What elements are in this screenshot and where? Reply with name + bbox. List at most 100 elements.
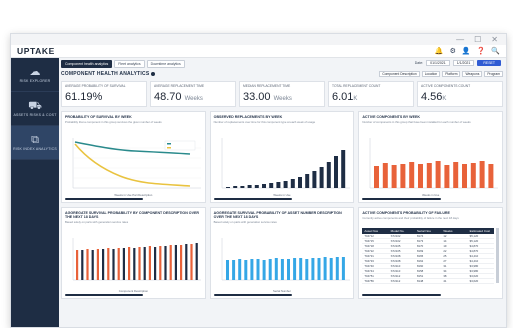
panel-scrollbar[interactable] (213, 294, 293, 296)
table-cell: 12 (443, 234, 447, 238)
legend-swatch-a (167, 143, 171, 145)
program-select[interactable]: Program (484, 71, 503, 77)
agg-survival-bar (185, 244, 188, 280)
table-row[interactable]: T04756 ST2112 8148 41 $3,620 (362, 279, 494, 284)
replacement-bar (268, 183, 273, 188)
column-header[interactable]: Model No. (389, 229, 415, 233)
table-cell: T04731 (364, 254, 374, 258)
agg-survival-bar (81, 250, 84, 280)
kpi-unit: K (353, 96, 358, 102)
table-cell: 25 (443, 254, 447, 258)
app-header: UPTAKE 🔔 ⚙ 👤 ❓ 🔍 (11, 45, 506, 58)
table-cell: 22 (443, 249, 447, 253)
column-header[interactable]: Estimated Cost (468, 229, 494, 233)
uptake-logo[interactable]: UPTAKE (17, 46, 55, 56)
date-label: Date: (414, 61, 424, 65)
kpi-unit: Weeks (184, 96, 203, 102)
legend-swatch-b (167, 147, 171, 149)
panel-title: ACTIVE COMPONENTS PROBABILITY OF FAILURE (362, 211, 450, 215)
panel-scrollbar[interactable] (213, 198, 293, 200)
active-bar (471, 163, 477, 188)
location-select[interactable]: Location (421, 71, 441, 77)
active-bar (453, 162, 459, 188)
column-header[interactable]: Asset Nos (362, 229, 388, 233)
sidebar-item-label: RISK EXPLORER (19, 79, 51, 83)
column-header[interactable]: Weeks (441, 229, 467, 233)
table-cell: $3,620 (469, 279, 479, 283)
active-bar (418, 164, 424, 188)
kpi-label: Total replacement count (332, 84, 381, 88)
panel-title: AGGREGATE SURVIVAL PROBABILITY OF ASSET … (213, 211, 342, 220)
kpi-number: 4.56 (421, 91, 443, 103)
panel-scrollbar[interactable] (65, 198, 144, 200)
replacement-bar (254, 185, 259, 188)
agg-asset-bar (280, 259, 284, 280)
active-bar (444, 165, 450, 188)
replacements-chart (221, 138, 350, 189)
date-from-input[interactable]: 01/1/2021 (426, 60, 450, 66)
reset-button[interactable]: RESET (477, 60, 501, 66)
table-cell: 8169 (416, 249, 424, 253)
sidebar-item-label: RISK INDEX ANALYTICS (13, 147, 57, 151)
maximize-button[interactable]: ☐ (474, 35, 481, 44)
cloud-icon: ☁ (29, 66, 41, 78)
tab-component-health[interactable]: Component health analytics (61, 59, 113, 68)
agg-survival-bar (164, 246, 167, 280)
header-row: COMPONENT HEALTH ANALYTICS Component Des… (61, 70, 503, 78)
panel-scrollbar[interactable] (362, 198, 441, 200)
table-cell: ST2102 (390, 239, 401, 243)
agg-survival-bar (102, 249, 105, 280)
kpi-avg-replacement: Average replacement time 48.70 Weeks (150, 81, 236, 107)
user-icon[interactable]: 👤 (462, 47, 471, 55)
minimize-button[interactable]: — (456, 35, 464, 44)
agg-survival-panel: AGGREGATE SURVIVAL PROBABILITY BY COMPON… (61, 207, 206, 299)
failure-table-panel: ACTIVE COMPONENTS PROBABILITY OF FAILURE… (358, 207, 503, 299)
tab-fleet[interactable]: Fleet analytics (114, 59, 145, 68)
panel-scrollbar[interactable] (65, 294, 144, 296)
platform-select[interactable]: Platform (442, 71, 461, 77)
tab-downtime[interactable]: Downtime analytics (146, 59, 185, 68)
sidebar-item-risk-explorer[interactable]: ☁ RISK EXPLORER (11, 58, 59, 92)
replacement-bar (225, 187, 230, 188)
x-axis-label: Component Description (118, 289, 148, 293)
agg-asset-chart (221, 238, 350, 281)
x-axis-label: Weeks in Use Part Description (114, 193, 153, 197)
agg-survival-bar (174, 245, 177, 280)
table-cell: $3,620 (469, 274, 479, 278)
table-cell: 34 (443, 269, 447, 273)
kpi-number: 6.01 (332, 91, 354, 103)
component-select[interactable]: Component Description (379, 71, 420, 77)
sidebar-item-assets-risks[interactable]: ⛟ ASSETS RISKS & COST (11, 92, 59, 126)
agg-survival-bar (159, 246, 162, 280)
table-scrollbar[interactable] (496, 228, 499, 283)
agg-asset-bar (298, 258, 302, 280)
weapons-select[interactable]: Weapons (462, 71, 483, 77)
kpi-value: 48.70 Weeks (154, 91, 232, 103)
gear-icon[interactable]: ⚙ (450, 47, 456, 55)
agg-survival-bar (112, 249, 115, 280)
replacement-bar (326, 162, 331, 188)
close-button[interactable]: ✕ (491, 35, 498, 44)
table-cell: ST2112 (390, 279, 401, 283)
active-bar (391, 165, 397, 188)
replacement-bar (319, 167, 324, 188)
panel-subtitle: Based solely on parts with generation se… (213, 220, 277, 225)
sidebar-item-risk-index[interactable]: ⧉ RISK INDEX ANALYTICS (11, 126, 59, 160)
active-bar (383, 163, 389, 188)
replacement-bar (261, 184, 266, 188)
help-icon[interactable]: ❓ (477, 47, 486, 55)
sidebar: ☁ RISK EXPLORER ⛟ ASSETS RISKS & COST ⧉ … (11, 58, 59, 327)
bell-icon[interactable]: 🔔 (435, 47, 444, 55)
agg-survival-bar (76, 250, 79, 280)
agg-survival-bar (133, 248, 136, 280)
column-header[interactable]: Serial Nos (415, 229, 441, 233)
table-cell: 8162 (416, 259, 424, 263)
info-icon[interactable] (151, 72, 156, 76)
panel-scrollbar[interactable] (362, 294, 441, 296)
active-chart (370, 138, 499, 189)
table-cell: 8158 (416, 269, 424, 273)
table-cell: ST2105 (390, 249, 401, 253)
search-icon[interactable]: 🔍 (491, 47, 500, 55)
date-to-input[interactable]: 1/1/2021 (452, 60, 475, 66)
agg-survival-bar (138, 247, 141, 280)
